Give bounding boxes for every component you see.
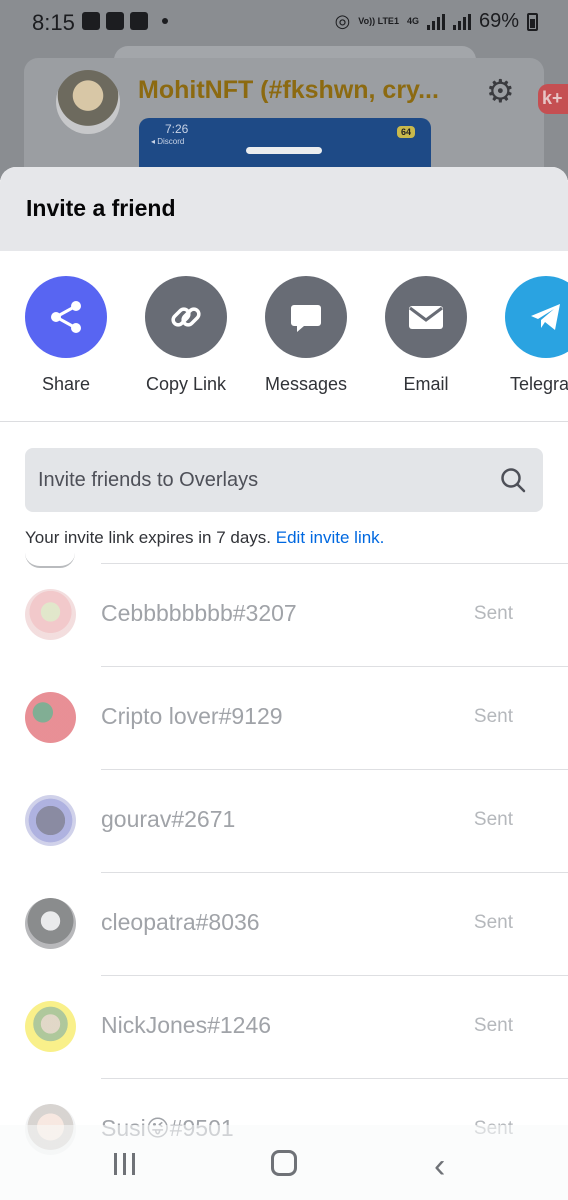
friend-name: gourav#2671 [101,806,236,832]
network-label: 4G [406,16,419,26]
share-option-label: Copy Link [145,374,227,394]
embedded-time: 7:26 [165,122,189,136]
invite-status: Sent [473,1015,513,1036]
notification-icons [82,12,168,30]
avatar [25,898,76,949]
youtube-icon [106,12,124,30]
list-item[interactable]: cleopatra#8036 Sent [0,872,568,975]
list-item[interactable]: Cripto lover#9129 Sent [0,666,568,769]
envelope-icon[interactable] [385,276,467,358]
embedded-battery: 64 [396,126,415,138]
status-time: 8:15 [32,10,75,35]
invite-sheet: Invite a friend Share Copy Link Messages… [0,167,568,1200]
recent-apps-button[interactable] [114,1153,135,1175]
search-icon[interactable] [499,466,527,499]
share-option-copy-link[interactable]: Copy Link [126,276,246,395]
share-option-messages[interactable]: Messages [246,276,366,395]
gallery-icon [82,12,100,30]
share-option-label: Email [403,374,449,394]
list-item[interactable]: Cebbbbbbbb#3207 Sent [0,563,568,666]
do-not-disturb-icon [130,12,148,30]
friend-name: NickJones#1246 [101,1012,272,1038]
share-options-row: Share Copy Link Messages Email Telegra [0,251,568,422]
avatar [25,1001,76,1052]
avatar [25,795,76,846]
badge: k+ [538,84,568,114]
invite-status: Sent [473,603,513,624]
divider [101,975,568,976]
friend-list: Cebbbbbbbb#3207 Sent Cripto lover#9129 S… [0,563,568,1181]
status-right: ◎ Vo)) LTE1 4G 69% [335,10,538,33]
navigation-bar: ‹ [0,1125,568,1200]
signal-icon [426,13,445,30]
share-option-share[interactable]: Share [6,276,126,395]
hotspot-icon: ◎ [334,11,351,31]
friend-name: Cebbbbbbbb#3207 [101,600,297,626]
edit-invite-link[interactable]: Edit invite link. [276,528,385,547]
share-icon[interactable] [25,276,107,358]
search-input[interactable]: Invite friends to Overlays [25,448,543,512]
status-bar: 8:15 ◎ Vo)) LTE1 4G 69% [0,0,568,44]
share-option-label: Messages [264,374,348,394]
telegram-icon[interactable] [505,276,568,358]
volte-label: Vo)) LTE1 [358,16,399,26]
battery-percent: 69% [478,10,519,32]
friend-name: cleopatra#8036 [101,909,260,935]
avatar [25,692,76,743]
list-item[interactable]: gourav#2671 Sent [0,769,568,872]
invite-status: Sent [473,706,513,727]
back-button[interactable]: ‹ [434,1147,445,1186]
sheet-header: Invite a friend [0,167,568,251]
friend-name: Cripto lover#9129 [101,703,283,729]
embedded-back-label: ◂ Discord [151,137,185,146]
invite-status: Sent [473,809,513,830]
invite-expiry-text: Your invite link expires in 7 days. Edit… [25,528,543,548]
search-section: Invite friends to Overlays Your invite l… [0,422,568,548]
divider [101,769,568,770]
divider [101,563,568,564]
server-avatar [56,70,120,134]
signal-icon-2 [452,13,471,30]
share-option-label: Telegra [510,374,568,394]
divider [101,1078,568,1079]
share-option-telegram[interactable]: Telegra [486,276,568,395]
share-option-email[interactable]: Email [366,276,486,395]
divider [101,666,568,667]
battery-icon [527,12,538,31]
list-item[interactable]: NickJones#1246 Sent [0,975,568,1078]
gear-icon: ⚙ [486,73,515,109]
server-title: MohitNFT (#fkshwn, cry... [138,76,439,104]
avatar [25,589,76,640]
home-button[interactable] [271,1150,297,1176]
more-notifications-dot [162,18,168,24]
sheet-drag-handle[interactable] [246,147,322,154]
expiry-message: Your invite link expires in 7 days. [25,528,272,547]
share-option-label: Share [41,374,91,394]
search-placeholder: Invite friends to Overlays [38,469,259,491]
sheet-title: Invite a friend [26,195,176,221]
divider [101,872,568,873]
link-icon[interactable] [145,276,227,358]
invite-status: Sent [473,912,513,933]
chat-bubble-icon[interactable] [265,276,347,358]
